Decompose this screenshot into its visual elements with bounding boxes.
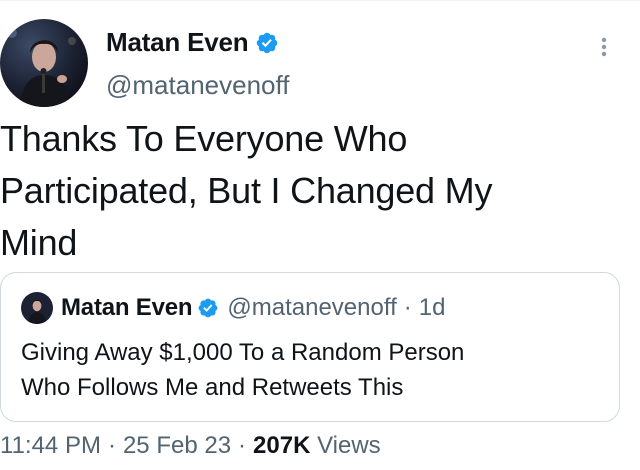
avatar-photo-icon	[0, 19, 88, 107]
tweet-text-line: Mind	[0, 222, 78, 263]
author-name-row: Matan Even	[106, 27, 279, 58]
quoted-tweet-header: Matan Even @matanevenoff · 1d	[21, 292, 445, 324]
avatar-photo-icon	[21, 292, 53, 324]
tweet-text-line: Thanks To Everyone Who	[0, 118, 408, 159]
top-divider	[0, 0, 640, 1]
meta-separator: ·	[107, 432, 116, 459]
quoted-author-avatar	[21, 292, 53, 324]
quoted-text-line: Who Follows Me and Retweets This	[21, 374, 404, 401]
quoted-author-display-name: Matan Even	[61, 294, 193, 321]
tweet-text: Thanks To Everyone Who Participated, But…	[0, 113, 630, 269]
author-display-name[interactable]: Matan Even	[106, 27, 249, 58]
views-count[interactable]: 207K	[253, 432, 310, 459]
more-options-button[interactable]	[592, 34, 616, 60]
tweet-date[interactable]: 25 Feb 23	[123, 432, 231, 459]
quoted-text-line: Giving Away $1,000 To a Random Person	[21, 339, 465, 366]
more-options-icon	[601, 37, 607, 57]
quoted-tweet-age: 1d	[418, 294, 446, 321]
meta-separator: ·	[238, 432, 247, 459]
quoted-author-handle: @matanevenoff	[227, 294, 397, 321]
quoted-tweet-text: Giving Away $1,000 To a Random Person Wh…	[21, 335, 611, 405]
verified-badge-icon	[256, 32, 277, 53]
quoted-separator: ·	[403, 294, 412, 321]
tweet-time[interactable]: 11:44 PM	[0, 432, 101, 459]
verified-badge-icon	[198, 298, 218, 318]
views-label: Views	[317, 432, 381, 459]
author-handle[interactable]: @matanevenoff	[106, 70, 289, 101]
tweet-meta: 11:44 PM · 25 Feb 23 · 207K Views	[0, 432, 381, 460]
tweet-text-line: Participated, But I Changed My	[0, 170, 493, 211]
quoted-tweet-card[interactable]: Matan Even @matanevenoff · 1d Giving Awa…	[0, 272, 620, 422]
author-avatar[interactable]	[0, 19, 88, 107]
